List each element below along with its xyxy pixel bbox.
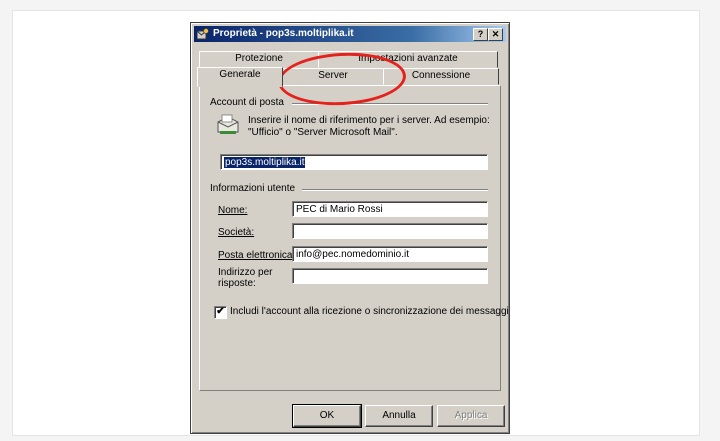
tab-generale[interactable]: Generale (197, 67, 283, 87)
include-account-label[interactable]: Includi l'account alla ricezione o sincr… (230, 306, 509, 317)
reply-address-label-line1: Indirizzo per (218, 267, 273, 278)
window-title: Proprietà - pop3s.moltiplika.it (213, 28, 354, 39)
cancel-button[interactable]: Annulla (365, 405, 433, 427)
tab-panel-generale: Account di posta Inserire il nome di rif… (199, 85, 509, 391)
reply-address-label-line2: risposte: (218, 278, 256, 289)
title-bar[interactable]: Proprietà - pop3s.moltiplika.it ? ✕ (194, 26, 506, 42)
company-label: Società: (218, 227, 255, 238)
user-info-group-label: Informazioni utente (210, 183, 299, 194)
mail-account-icon (217, 114, 239, 134)
apply-button[interactable]: Applica (437, 405, 505, 427)
ok-button[interactable]: OK (292, 404, 362, 428)
reply-address-field[interactable] (292, 268, 488, 284)
account-name-field[interactable]: pop3s.moltiplika.it (220, 154, 488, 170)
account-group-label: Account di posta (210, 97, 287, 108)
account-description: Inserire il nome di riferimento per i se… (248, 115, 490, 138)
email-field[interactable]: info@pec.nomedominio.it (292, 246, 488, 262)
account-icon (197, 28, 209, 40)
name-field[interactable]: PEC di Mario Rossi (292, 201, 488, 217)
close-button[interactable]: ✕ (488, 28, 503, 41)
company-field[interactable] (292, 223, 488, 239)
name-label: Nome: (218, 205, 248, 216)
user-info-group-divider (302, 189, 488, 191)
help-button[interactable]: ? (473, 28, 488, 41)
account-name-value: pop3s.moltiplika.it (224, 157, 306, 168)
email-label: Posta elettronica: (218, 250, 296, 261)
include-account-checkbox[interactable]: ✔ (214, 306, 227, 319)
